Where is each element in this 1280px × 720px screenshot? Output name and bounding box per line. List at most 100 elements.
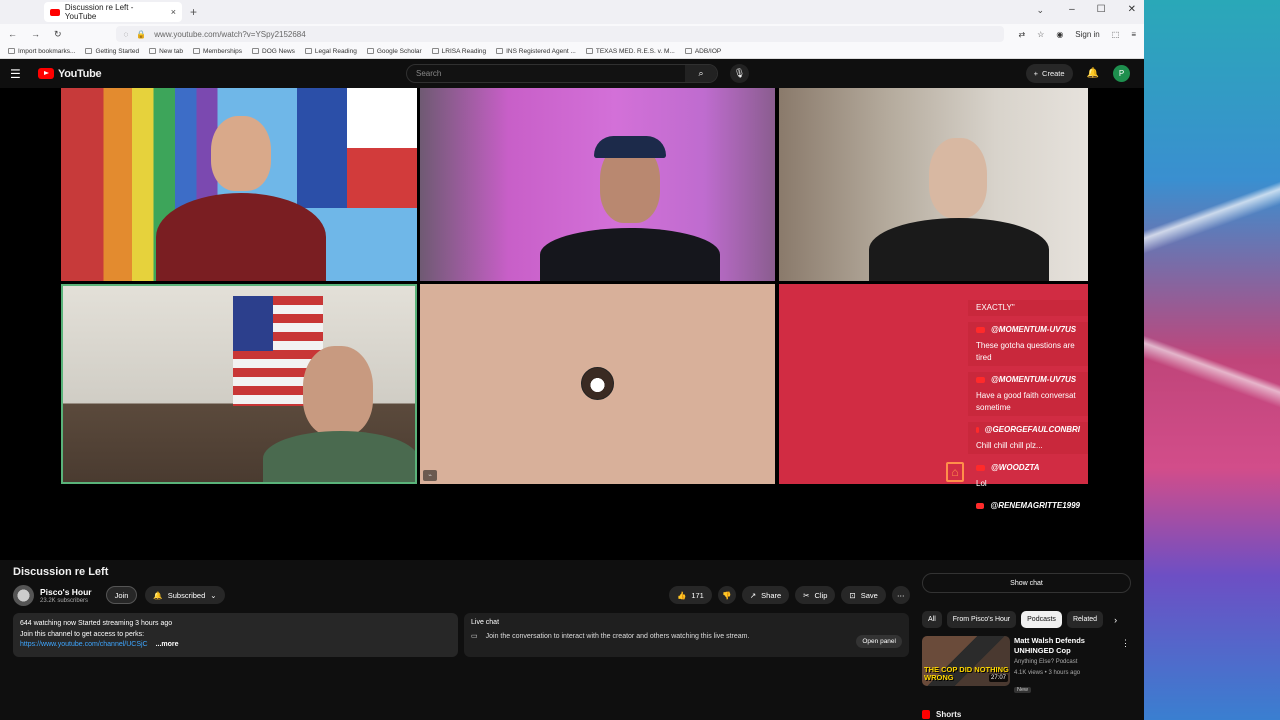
subscribed-button[interactable]: 🔔 Subscribed ⌄ (145, 586, 225, 604)
channel-name[interactable]: Pisco's Hour (40, 587, 92, 597)
save-button[interactable]: ⊡ Save (841, 586, 886, 604)
bookmark-item[interactable]: Import bookmarks... (8, 48, 75, 55)
participant-head (211, 116, 271, 191)
notifications-bell-icon[interactable]: 🔔 (1087, 68, 1099, 79)
url-bar[interactable]: ◌ 🔒 www.youtube.com/watch?v=YSpy2152684 (115, 26, 1005, 42)
avatar[interactable]: P (1113, 65, 1130, 82)
bookmark-label: Memberships (203, 47, 243, 55)
dislike-button[interactable]: 👎 (717, 586, 736, 604)
video-player[interactable]: ⌁ ⌂ EXACTLY" @MOMENTUM-UV7US These gotch… (0, 88, 1144, 560)
bookmark-star-icon[interactable]: ☆ (1037, 30, 1044, 39)
chat-text: Chill chill chill plz... (976, 441, 1043, 450)
recommended-title[interactable]: Matt Walsh Defends UNHINGED Cop (1014, 636, 1124, 656)
participant-tile-3 (779, 88, 1088, 281)
bookmark-folder-icon (8, 48, 15, 54)
more-vertical-icon[interactable]: ⋮ (1121, 638, 1130, 649)
share-button[interactable]: ↗ Share (741, 586, 790, 604)
clip-label: Clip (814, 590, 828, 600)
bookmark-label: Getting Started (95, 47, 140, 55)
show-chat-button[interactable]: Show chat (922, 573, 1131, 593)
create-button[interactable]: + Create (1025, 64, 1073, 83)
bookmark-item[interactable]: ADB/IOP (684, 48, 721, 55)
recommended-meta: 4.1K views • 3 hours ago (1014, 670, 1081, 676)
extensions-icon[interactable]: ⬚ (1112, 30, 1120, 39)
forward-icon[interactable]: → (31, 29, 40, 39)
channel-info: Pisco's Hour 23.2K subscribers (40, 587, 92, 604)
channel-avatar[interactable] (13, 584, 34, 606)
clip-button[interactable]: ✂ Clip (795, 586, 836, 604)
bookmark-item[interactable]: LRISA Reading (431, 48, 486, 55)
live-chat-box: Live chat ▭ Join the conversation to int… (464, 613, 909, 657)
new-tab-icon[interactable]: + (190, 5, 197, 19)
chat-username: @MOMENTUM-UV7US (991, 325, 1077, 334)
tab-list-chevron-icon[interactable]: ⌄ (1036, 5, 1044, 16)
recommended-video[interactable]: THE COP DID NOTHING WRONG 27:07 Matt Wal… (922, 636, 1132, 693)
search-icon[interactable]: ⌕ (685, 65, 717, 82)
search-input[interactable]: Search ⌕ (406, 64, 718, 83)
back-icon[interactable]: ← (8, 29, 17, 39)
recommended-channel: Anything Else? Podcast (1014, 659, 1078, 665)
minimize-icon[interactable]: – (1069, 4, 1075, 15)
filter-chips: All From Pisco's Hour Podcasts Related › (922, 611, 1117, 628)
bookmark-item[interactable]: Getting Started (85, 48, 139, 55)
shield-icon: ◌ (123, 29, 129, 39)
account-icon[interactable]: ◉ (1056, 30, 1063, 39)
bookmark-item[interactable]: INS Registered Agent ... (496, 48, 576, 55)
tab-bar: Discussion re Left - YouTube × + ⌄ – ☐ ✕ (0, 0, 1144, 24)
browser-tab[interactable]: Discussion re Left - YouTube × (44, 2, 182, 22)
like-button[interactable]: 👍 171 (669, 586, 712, 604)
hamburger-menu-icon[interactable]: ☰ (10, 67, 28, 81)
bookmark-item[interactable]: New tab (149, 48, 183, 55)
maximize-icon[interactable]: ☐ (1097, 4, 1106, 15)
shorts-label: Shorts (936, 710, 962, 719)
chat-text: These gotcha questions are tired (976, 341, 1075, 362)
store-icon: ⌂ (946, 462, 964, 482)
app-menu-icon[interactable]: ≡ (1131, 30, 1136, 39)
open-panel-button[interactable]: Open panel (856, 635, 902, 648)
participant-tile-5: ⌁ (420, 284, 775, 484)
chip-podcasts[interactable]: Podcasts (1021, 611, 1062, 628)
microphone-icon[interactable]: 🎙 (730, 64, 749, 83)
bookmark-item[interactable]: DOG News (252, 48, 295, 55)
description-link-row: https://www.youtube.com/channel/UCSjC ..… (20, 640, 451, 651)
bookmark-folder-icon (431, 48, 439, 54)
chip-related[interactable]: Related (1066, 611, 1104, 628)
close-window-icon[interactable]: ✕ (1128, 4, 1136, 15)
participant-tile-1 (61, 88, 417, 281)
subscribed-label: Subscribed (167, 590, 206, 600)
translate-icon[interactable]: ⇄ (1018, 30, 1025, 39)
more-button[interactable]: ...more (156, 641, 179, 648)
youtube-header: ☰ YouTube Search ⌕ 🎙 + Create 🔔 P (0, 59, 1144, 88)
chat-user: @MOMENTUM-UV7US (976, 374, 1080, 386)
channel-link[interactable]: https://www.youtube.com/channel/UCSjC (20, 641, 148, 648)
chat-text: EXACTLY" (976, 303, 1015, 312)
video-title: Discussion re Left (13, 566, 109, 578)
bookmark-label: TEXAS MED. R.E.S. v. M... (595, 47, 675, 55)
bookmark-item[interactable]: Memberships (193, 48, 242, 55)
youtube-icon (976, 327, 985, 333)
bookmark-item[interactable]: Google Scholar (366, 48, 422, 55)
participant-tile-4 (61, 284, 417, 484)
join-button[interactable]: Join (105, 586, 138, 604)
bookmark-label: INS Registered Agent ... (506, 47, 576, 55)
chat-icon: ▭ (471, 633, 478, 640)
bookmark-item[interactable]: Legal Reading (304, 48, 357, 55)
bookmark-item[interactable]: TEXAS MED. R.E.S. v. M... (585, 47, 675, 55)
tab-close-icon[interactable]: × (171, 7, 176, 17)
live-chat-row: ▭ Join the conversation to interact with… (471, 632, 902, 641)
participant-cap (594, 136, 666, 158)
chat-overlay: EXACTLY" @MOMENTUM-UV7US These gotcha qu… (968, 300, 1088, 562)
description-box[interactable]: 644 watching now Started streaming 3 hou… (13, 613, 458, 657)
youtube-logo[interactable]: YouTube (38, 68, 102, 80)
bookmark-folder-icon (304, 48, 312, 54)
chat-username: @RENEMAGRITTE1999 (990, 501, 1080, 510)
video-thumbnail[interactable]: THE COP DID NOTHING WRONG 27:07 (922, 636, 1010, 686)
chat-message: @GEORGEFAULCONBRI Chill chill chill plz.… (968, 422, 1088, 454)
toolbar-right: ⇄ ☆ ◉ Sign in ⬚ ≡ (1018, 30, 1136, 39)
sign-in-label[interactable]: Sign in (1075, 30, 1099, 39)
reload-icon[interactable]: ↻ (54, 29, 62, 40)
chip-all[interactable]: All (922, 611, 942, 628)
chip-from-channel[interactable]: From Pisco's Hour (946, 611, 1017, 628)
more-actions-button[interactable]: ⋯ (891, 586, 910, 604)
chevron-right-icon[interactable]: › (1114, 615, 1117, 625)
